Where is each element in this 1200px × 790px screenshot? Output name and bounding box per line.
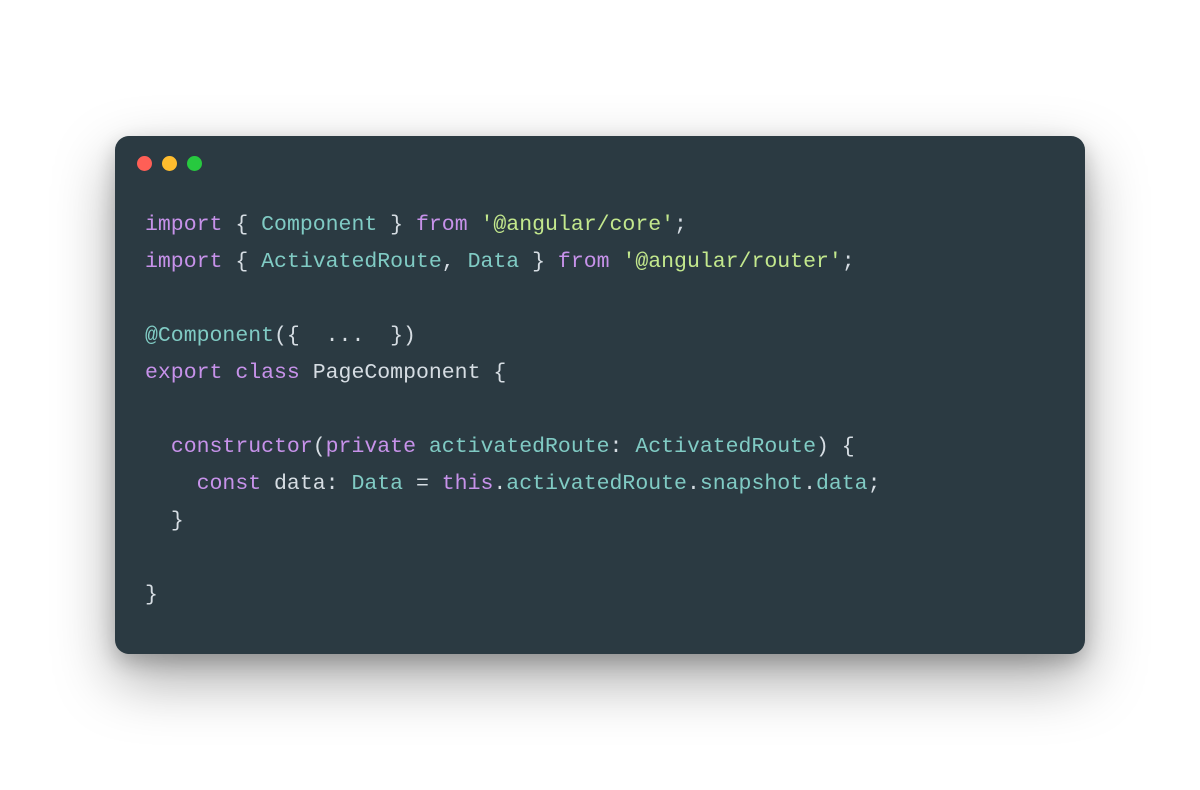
punct: . xyxy=(803,472,816,496)
code-line: import { ActivatedRoute, Data } from '@a… xyxy=(145,250,855,274)
string: '@angular/router' xyxy=(622,250,841,274)
punct: . xyxy=(687,472,700,496)
identifier: PageComponent xyxy=(313,361,481,385)
identifier: data xyxy=(816,472,868,496)
keyword: export xyxy=(145,361,222,385)
punct: = xyxy=(403,472,442,496)
identifier: data xyxy=(274,472,326,496)
titlebar xyxy=(115,136,1085,171)
punct: , xyxy=(442,250,468,274)
keyword: this xyxy=(442,472,494,496)
identifier: activatedRoute xyxy=(506,472,687,496)
punct: { xyxy=(222,213,261,237)
punct: ; xyxy=(842,250,855,274)
type: Component xyxy=(261,213,377,237)
keyword: import xyxy=(145,250,222,274)
code-line: const data: Data = this.activatedRoute.s… xyxy=(145,472,880,496)
indent xyxy=(145,472,197,496)
indent xyxy=(145,509,171,533)
punct: } xyxy=(519,250,558,274)
decorator: @Component xyxy=(145,324,274,348)
code-line: } xyxy=(145,583,158,607)
keyword: import xyxy=(145,213,222,237)
space xyxy=(610,250,623,274)
punct: : xyxy=(610,435,636,459)
code-block: import { Component } from '@angular/core… xyxy=(115,171,1085,654)
punct: ; xyxy=(674,213,687,237)
keyword: from xyxy=(416,213,468,237)
string: '@angular/core' xyxy=(481,213,675,237)
punct: { xyxy=(480,361,506,385)
punct: ({ ... }) xyxy=(274,324,416,348)
keyword: class xyxy=(235,361,300,385)
punct: : xyxy=(326,472,352,496)
space xyxy=(416,435,429,459)
punct: ) { xyxy=(816,435,855,459)
code-line: export class PageComponent { xyxy=(145,361,506,385)
punct: } xyxy=(171,509,184,533)
punct: . xyxy=(493,472,506,496)
identifier: snapshot xyxy=(700,472,803,496)
code-line: } xyxy=(145,509,184,533)
punct: ( xyxy=(313,435,326,459)
keyword: constructor xyxy=(171,435,313,459)
type: Data xyxy=(468,250,520,274)
type: Data xyxy=(351,472,403,496)
maximize-icon[interactable] xyxy=(187,156,202,171)
space xyxy=(261,472,274,496)
indent xyxy=(145,435,171,459)
punct: { xyxy=(222,250,261,274)
type: ActivatedRoute xyxy=(261,250,442,274)
code-line: constructor(private activatedRoute: Acti… xyxy=(145,435,855,459)
minimize-icon[interactable] xyxy=(162,156,177,171)
keyword: from xyxy=(558,250,610,274)
keyword: const xyxy=(197,472,262,496)
keyword: private xyxy=(326,435,416,459)
code-window: import { Component } from '@angular/core… xyxy=(115,136,1085,654)
punct: } xyxy=(377,213,416,237)
punct: ; xyxy=(868,472,881,496)
space xyxy=(222,361,235,385)
space xyxy=(300,361,313,385)
punct: } xyxy=(145,583,158,607)
code-line: @Component({ ... }) xyxy=(145,324,416,348)
type: ActivatedRoute xyxy=(635,435,816,459)
identifier: activatedRoute xyxy=(429,435,610,459)
code-line: import { Component } from '@angular/core… xyxy=(145,213,687,237)
close-icon[interactable] xyxy=(137,156,152,171)
space xyxy=(468,213,481,237)
